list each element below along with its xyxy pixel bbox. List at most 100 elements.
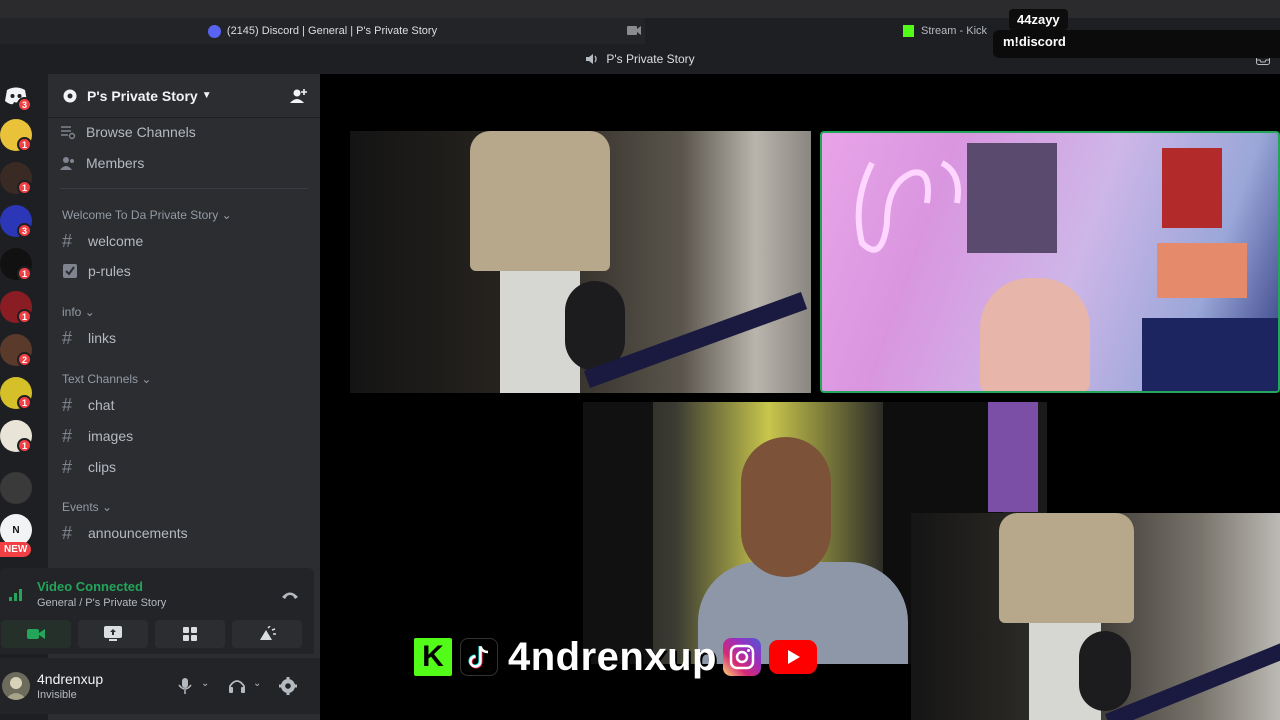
server-badge: 3 bbox=[17, 97, 32, 112]
youtube-icon bbox=[768, 640, 817, 674]
channel-label: clips bbox=[88, 459, 117, 475]
server-badge: 3 bbox=[17, 223, 32, 238]
hash-icon: # bbox=[62, 394, 73, 415]
channel-label: images bbox=[88, 428, 134, 444]
stream-handle: 4ndrenxup bbox=[508, 634, 717, 679]
video-figure bbox=[980, 278, 1090, 391]
kick-favicon-icon bbox=[903, 25, 914, 37]
camera-icon[interactable] bbox=[627, 25, 641, 36]
category-label: Text Channels bbox=[62, 372, 139, 386]
camera-button[interactable] bbox=[1, 620, 71, 648]
browser-tab-discord-label: (2145) Discord | General | P's Private S… bbox=[226, 25, 438, 37]
video-grid: K 4ndrenxup bbox=[320, 74, 1280, 720]
home-button[interactable]: 3 bbox=[0, 79, 32, 112]
category-label: Welcome To Da Private Story bbox=[62, 208, 219, 222]
channel-chat[interactable]: # chat bbox=[62, 391, 114, 419]
inbox-icon[interactable] bbox=[1256, 53, 1270, 65]
channel-welcome[interactable]: # welcome bbox=[62, 227, 143, 255]
hash-icon: # bbox=[62, 230, 73, 251]
server-icon[interactable]: 1 bbox=[0, 420, 32, 453]
chevron-down-icon: ⌄ bbox=[141, 372, 152, 386]
mic-arm-figure bbox=[1104, 642, 1280, 720]
activities-button[interactable] bbox=[155, 620, 225, 648]
poster-figure bbox=[1162, 148, 1222, 228]
new-server-badge: NEW bbox=[0, 542, 32, 557]
members-button[interactable]: Members bbox=[60, 149, 144, 177]
guild-header[interactable]: P's Private Story ▼ bbox=[48, 74, 320, 118]
avatar-image bbox=[5, 677, 27, 700]
couch-figure bbox=[1142, 318, 1278, 391]
avatar[interactable] bbox=[2, 672, 30, 700]
chevron-down-icon[interactable]: ⌄ bbox=[201, 678, 209, 689]
category-info[interactable]: info ⌄ bbox=[62, 305, 95, 319]
server-icon[interactable]: 1 bbox=[0, 119, 32, 152]
rules-icon bbox=[63, 264, 77, 278]
window-titlebar: P's Private Story bbox=[0, 44, 1280, 74]
hash-icon: # bbox=[62, 425, 73, 446]
server-badge: 2 bbox=[17, 352, 32, 367]
browser-tab-kick[interactable]: Stream - Kick bbox=[903, 18, 1003, 44]
hash-icon: # bbox=[62, 327, 73, 348]
category-label: info bbox=[62, 305, 82, 319]
invite-user-icon[interactable] bbox=[290, 87, 308, 105]
browser-tab-discord[interactable]: (2145) Discord | General | P's Private S… bbox=[0, 18, 645, 44]
server-icon[interactable]: 3 bbox=[0, 205, 32, 238]
stream-socials-overlay: K 4ndrenxup bbox=[414, 632, 884, 682]
disconnect-icon[interactable] bbox=[280, 588, 300, 602]
video-figure bbox=[999, 513, 1134, 623]
server-badge: 1 bbox=[17, 137, 32, 152]
server-icon[interactable] bbox=[0, 472, 32, 504]
video-tile-speaking[interactable] bbox=[820, 131, 1280, 393]
video-figure bbox=[741, 437, 831, 577]
server-icon[interactable]: 1 bbox=[0, 248, 32, 281]
chevron-down-icon[interactable]: ⌄ bbox=[253, 678, 261, 689]
server-icon[interactable]: 1 bbox=[0, 291, 32, 324]
soundboard-icon bbox=[260, 626, 276, 640]
server-icon[interactable]: 1 bbox=[0, 377, 32, 410]
chevron-down-icon: ⌄ bbox=[84, 305, 95, 319]
category-label: Events bbox=[62, 500, 99, 514]
channel-links[interactable]: # links bbox=[62, 324, 116, 352]
channel-label: p-rules bbox=[88, 263, 131, 279]
curtain-figure bbox=[988, 402, 1038, 512]
soundboard-button[interactable] bbox=[232, 620, 302, 648]
category-events[interactable]: Events ⌄ bbox=[62, 500, 112, 514]
channel-announcements[interactable]: # announcements bbox=[62, 519, 188, 547]
screen-share-icon bbox=[104, 626, 122, 641]
shelf-figure bbox=[583, 402, 653, 664]
channel-images[interactable]: # images bbox=[62, 422, 133, 450]
microphone-icon[interactable] bbox=[176, 677, 194, 695]
server-icon[interactable]: 1 bbox=[0, 162, 32, 195]
voice-status[interactable]: Video Connected bbox=[37, 579, 143, 594]
server-settings-icon bbox=[63, 89, 77, 102]
tiktok-icon bbox=[460, 638, 498, 676]
channel-label: chat bbox=[88, 397, 115, 413]
channel-clips[interactable]: # clips bbox=[62, 453, 116, 481]
browse-channels-icon bbox=[61, 126, 76, 140]
voice-location[interactable]: General / P's Private Story bbox=[37, 597, 166, 609]
gear-icon[interactable] bbox=[279, 677, 297, 695]
video-tile[interactable] bbox=[350, 131, 811, 393]
server-badge: 1 bbox=[17, 266, 32, 281]
browse-channels-button[interactable]: Browse Channels bbox=[60, 118, 196, 146]
video-figure bbox=[470, 131, 610, 271]
category-welcome[interactable]: Welcome To Da Private Story ⌄ bbox=[62, 208, 232, 222]
microphone-figure bbox=[565, 281, 625, 371]
server-icon[interactable]: 2 bbox=[0, 334, 32, 367]
category-text-channels[interactable]: Text Channels ⌄ bbox=[62, 372, 151, 386]
username[interactable]: 4ndrenxup bbox=[37, 671, 103, 687]
channel-p-rules[interactable]: p-rules bbox=[62, 257, 131, 285]
window-title: P's Private Story bbox=[606, 52, 695, 66]
headphones-icon[interactable] bbox=[228, 677, 246, 695]
hash-icon: # bbox=[62, 456, 73, 477]
server-badge: 1 bbox=[17, 180, 32, 195]
channel-label: announcements bbox=[88, 525, 188, 541]
channel-label: links bbox=[88, 330, 117, 346]
activities-icon bbox=[183, 627, 197, 641]
screen-share-button[interactable] bbox=[78, 620, 148, 648]
video-tile[interactable] bbox=[911, 513, 1280, 720]
poster-figure bbox=[1157, 243, 1247, 298]
guild-name: P's Private Story bbox=[87, 87, 198, 104]
signal-icon[interactable] bbox=[8, 586, 24, 602]
browser-tab-kick-label: Stream - Kick bbox=[921, 25, 988, 37]
